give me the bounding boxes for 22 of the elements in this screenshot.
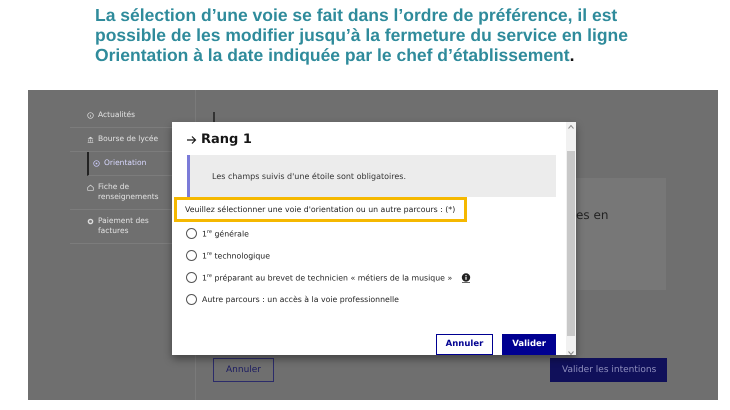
radio-button[interactable] (186, 228, 197, 239)
slide-title: La sélection d’une voie se fait dans l’ordre de préférence, il est possible de les modifier jusqu’à la fermeture du service en ligne Orientation à la date indiquée par le chef d’établissement. (95, 5, 629, 67)
bank-icon (87, 136, 94, 143)
radio-button[interactable] (186, 294, 197, 306)
dialog-title: Rang 1 (201, 132, 252, 147)
radio-button[interactable] (186, 272, 197, 284)
house-icon (87, 184, 94, 191)
info-icon (461, 272, 472, 283)
validate-button[interactable]: Valider (502, 334, 556, 355)
info-icon (87, 112, 94, 119)
coin-icon (87, 218, 94, 225)
radio-button[interactable] (186, 250, 197, 262)
card-text: es en (576, 208, 608, 222)
scrollbar[interactable] (566, 122, 576, 355)
compass-icon (93, 160, 100, 167)
scroll-down-icon (568, 351, 574, 355)
validate-button[interactable]: Valider les intentions (550, 358, 667, 382)
arrow-icon (186, 134, 197, 144)
scroll-up-icon (568, 125, 574, 129)
cancel-button[interactable]: Annuler (213, 358, 274, 382)
notice-text: Les champs suivis d'une étoile sont obligatoires. (212, 172, 406, 181)
cancel-button[interactable]: Annuler (436, 334, 494, 355)
